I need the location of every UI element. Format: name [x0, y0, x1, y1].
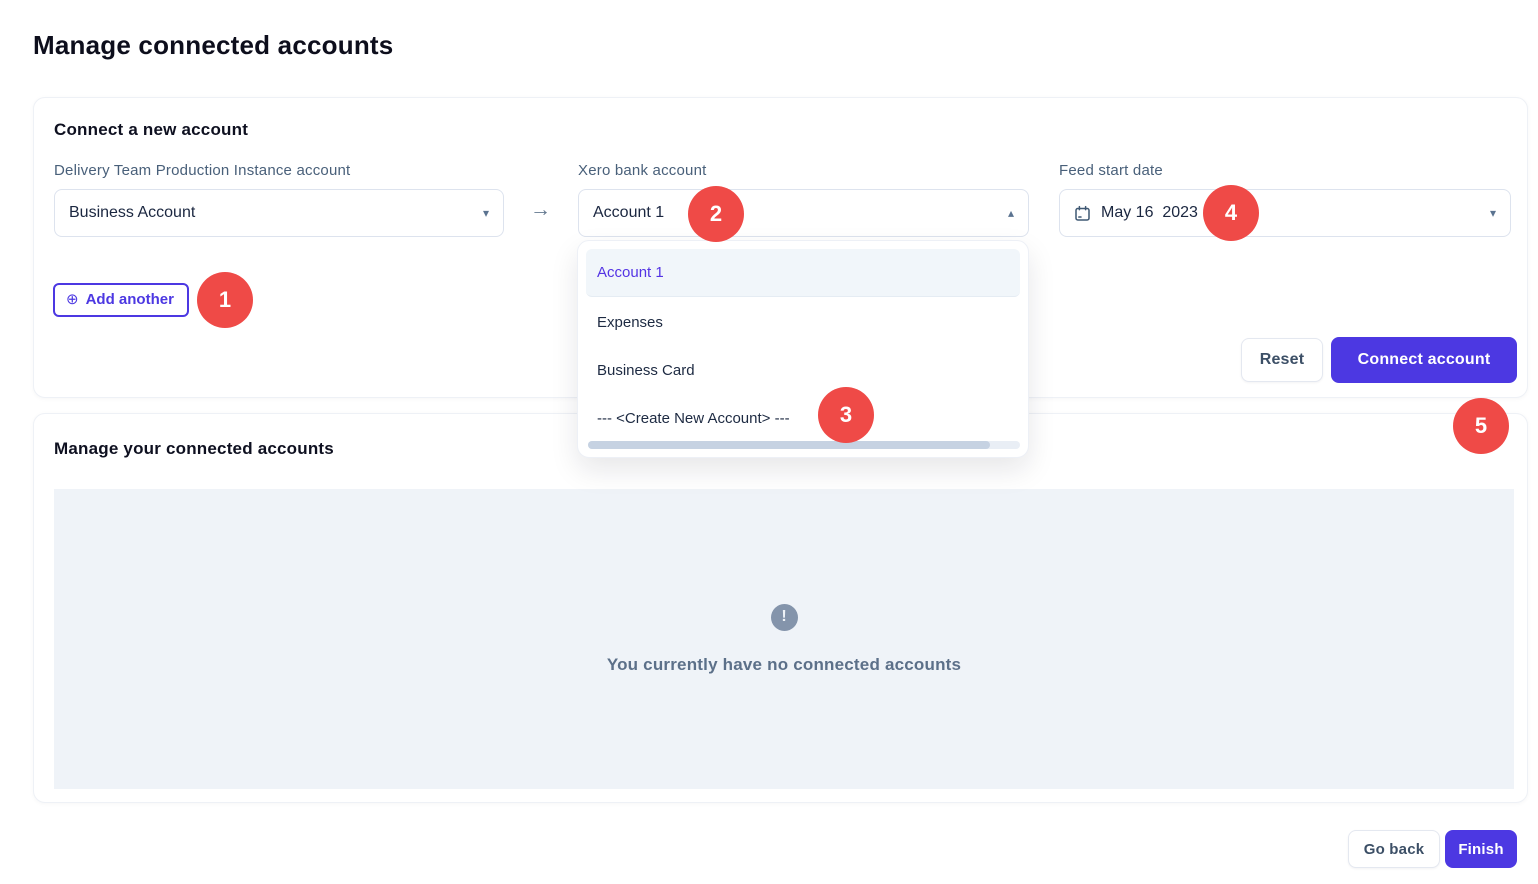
chevron-down-icon: ▾ — [1490, 207, 1496, 219]
xero-account-label: Xero bank account — [578, 162, 706, 179]
xero-account-dropdown: Account 1 Expenses Business Card --- <Cr… — [577, 240, 1029, 458]
plus-circle-icon: ⊕ — [66, 292, 79, 307]
arrow-right-icon: → — [530, 198, 551, 222]
empty-state-panel: ! You currently have no connected accoun… — [54, 489, 1514, 789]
dropdown-option-create-new-account[interactable]: --- <Create New Account> --- — [586, 394, 1020, 442]
feed-start-date-label: Feed start date — [1059, 162, 1163, 179]
chevron-up-icon: ▴ — [1008, 207, 1014, 219]
dropdown-option-business-card[interactable]: Business Card — [586, 346, 1020, 394]
annotation-badge-2: 2 — [688, 186, 744, 242]
add-another-label: Add another — [86, 291, 174, 308]
dropdown-option-account-1[interactable]: Account 1 — [586, 249, 1020, 297]
xero-account-value: Account 1 — [593, 204, 1008, 222]
source-account-value: Business Account — [69, 204, 483, 222]
page-title: Manage connected accounts — [33, 30, 393, 61]
annotation-badge-5: 5 — [1453, 398, 1509, 454]
dropdown-horizontal-scrollbar[interactable] — [588, 441, 1020, 449]
xero-account-select[interactable]: Account 1 ▴ — [578, 189, 1029, 237]
source-account-label: Delivery Team Production Instance accoun… — [54, 162, 350, 179]
source-account-select[interactable]: Business Account ▾ — [54, 189, 504, 237]
add-another-button[interactable]: ⊕ Add another — [53, 283, 189, 317]
connect-card-heading: Connect a new account — [54, 120, 248, 140]
dropdown-option-expenses[interactable]: Expenses — [586, 298, 1020, 346]
feed-start-date-value: May 16 2023 — [1101, 204, 1490, 222]
annotation-badge-3: 3 — [818, 387, 874, 443]
manage-connected-accounts-page: Manage connected accounts Connect a new … — [0, 0, 1538, 884]
calendar-icon — [1074, 205, 1091, 222]
empty-state-text: You currently have no connected accounts — [607, 655, 961, 675]
annotation-badge-4: 4 — [1203, 185, 1259, 241]
connect-account-button[interactable]: Connect account — [1331, 337, 1517, 383]
scrollbar-thumb[interactable] — [588, 441, 990, 449]
manage-connected-accounts-card: Manage your connected accounts ! You cur… — [33, 413, 1528, 803]
exclamation-icon: ! — [771, 604, 798, 631]
reset-button[interactable]: Reset — [1241, 338, 1323, 382]
annotation-badge-1: 1 — [197, 272, 253, 328]
chevron-down-icon: ▾ — [483, 207, 489, 219]
feed-start-date-select[interactable]: May 16 2023 ▾ — [1059, 189, 1511, 237]
manage-card-heading: Manage your connected accounts — [54, 439, 334, 459]
go-back-button[interactable]: Go back — [1348, 830, 1440, 868]
finish-button[interactable]: Finish — [1445, 830, 1517, 868]
